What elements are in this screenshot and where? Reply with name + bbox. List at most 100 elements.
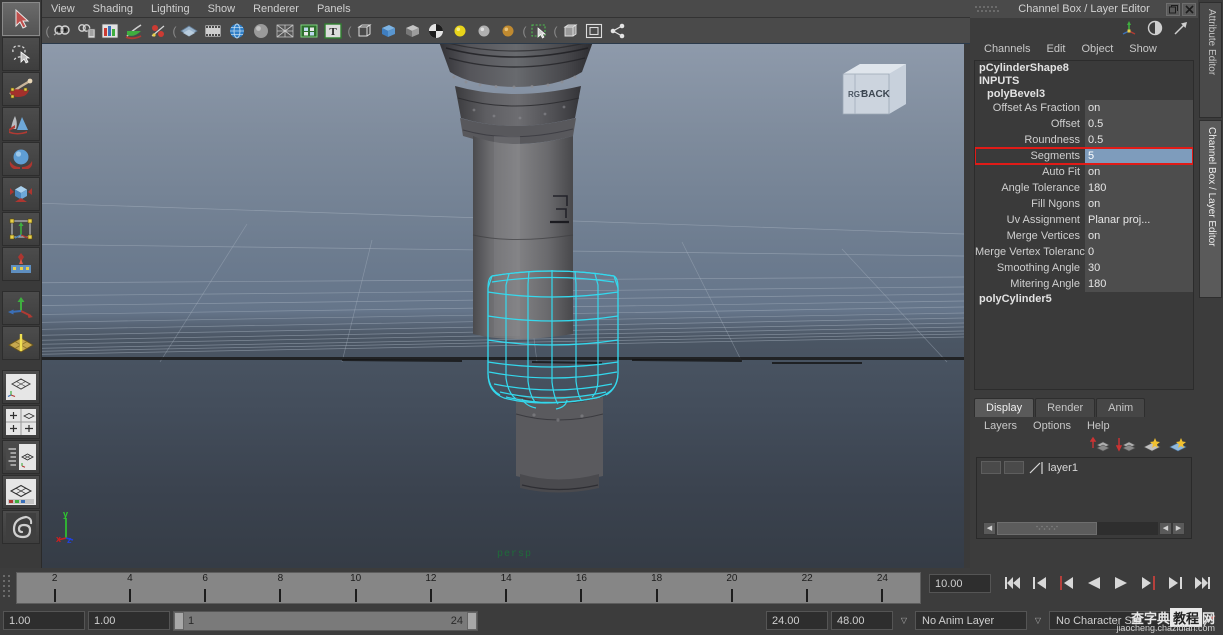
anim-layer-dropdown[interactable]: No Anim Layer xyxy=(915,611,1027,630)
cb-menu-object[interactable]: Object xyxy=(1073,43,1121,55)
texture-icon[interactable] xyxy=(298,20,320,42)
lasso-select-tool-button[interactable] xyxy=(1,37,40,71)
go-to-start-button[interactable] xyxy=(1003,573,1023,593)
light-gray-icon[interactable] xyxy=(473,20,495,42)
channel-value[interactable]: 0.5 xyxy=(1085,132,1193,148)
wireframe-on-shaded-icon[interactable] xyxy=(274,20,296,42)
tab-display[interactable]: Display xyxy=(974,398,1035,417)
menu-view[interactable]: View xyxy=(42,0,84,18)
playback-start-field[interactable]: 24.00 xyxy=(766,611,828,630)
cb-menu-show[interactable]: Show xyxy=(1121,43,1165,55)
layer-visibility-checkbox[interactable] xyxy=(981,461,1001,474)
move-layer-down-icon[interactable] xyxy=(1115,436,1136,455)
smooth-shade-cube-icon[interactable] xyxy=(377,20,399,42)
range-slider[interactable]: 1 24 xyxy=(173,610,478,631)
channel-row-fill-ngons[interactable]: Fill Ngons on xyxy=(975,196,1193,212)
channel-row-auto-fit[interactable]: Auto Fit on xyxy=(975,164,1193,180)
hypershade-persp-layout-button[interactable] xyxy=(1,475,40,509)
globe-icon[interactable] xyxy=(226,20,248,42)
layer-list[interactable]: layer1 ◀ ◀ ▶ xyxy=(976,457,1192,539)
time-slider-grip-icon[interactable] xyxy=(0,572,16,604)
new-layer-icon[interactable] xyxy=(1142,436,1162,455)
xray-shading-icon[interactable] xyxy=(178,20,200,42)
channel-row-segments[interactable]: Segments 5 xyxy=(975,147,1193,165)
expand-panel-icon[interactable] xyxy=(1172,19,1190,40)
play-forwards-button[interactable] xyxy=(1111,573,1131,593)
channel-value[interactable]: 30 xyxy=(1085,260,1193,276)
manipulator-icon[interactable] xyxy=(1120,19,1138,40)
tab-render[interactable]: Render xyxy=(1035,398,1096,417)
panel-layout-icon[interactable] xyxy=(583,20,605,42)
channel-row-merge-vertices[interactable]: Merge Vertices on xyxy=(975,228,1193,244)
current-time-field[interactable]: 10.00 xyxy=(929,574,991,593)
text-toggle-icon[interactable]: T xyxy=(322,20,344,42)
le-menu-help[interactable]: Help xyxy=(1079,420,1118,432)
share-graph-icon[interactable] xyxy=(607,20,629,42)
layer-list-scrollbar[interactable]: ◀ ◀ ▶ xyxy=(983,521,1185,535)
channel-value[interactable]: on xyxy=(1085,228,1193,244)
channel-row-roundness[interactable]: Roundness 0.5 xyxy=(975,132,1193,148)
universal-manipulator-tool-button[interactable] xyxy=(1,212,40,246)
sphere-gray-icon[interactable] xyxy=(250,20,272,42)
soft-modification-tool-button[interactable] xyxy=(1,247,40,281)
scroll-page-left-arrow[interactable]: ◀ xyxy=(1159,521,1172,535)
step-back-frame-button[interactable] xyxy=(1057,573,1077,593)
channel-display-icon[interactable] xyxy=(1146,19,1164,40)
go-to-end-button[interactable] xyxy=(1192,573,1212,593)
playback-end-field[interactable]: 48.00 xyxy=(831,611,893,630)
channel-row-offset[interactable]: Offset 0.5 xyxy=(975,116,1193,132)
channel-value[interactable]: Planar proj... xyxy=(1085,212,1193,228)
panel-grip-icon[interactable] xyxy=(974,4,1002,14)
move-tool-button[interactable] xyxy=(1,107,40,141)
film-gate-icon[interactable] xyxy=(202,20,224,42)
le-menu-layers[interactable]: Layers xyxy=(976,420,1025,432)
outliner-persp-layout-button[interactable] xyxy=(1,440,40,474)
checker-icon[interactable] xyxy=(425,20,447,42)
channel-value[interactable]: 0 xyxy=(1085,244,1193,260)
tab-attribute-editor[interactable]: Attribute Editor xyxy=(1199,2,1222,118)
tab-anim[interactable]: Anim xyxy=(1096,398,1146,417)
scroll-left-arrow[interactable]: ◀ xyxy=(983,521,996,535)
undock-panel-button[interactable] xyxy=(1166,2,1180,16)
menu-show[interactable]: Show xyxy=(199,0,245,18)
playback-options-chevron-icon[interactable]: ▽ xyxy=(896,616,912,625)
marquee-select-icon[interactable] xyxy=(528,20,550,42)
shaded-cube-icon[interactable] xyxy=(401,20,423,42)
perspective-viewport[interactable]: RGT BACK y x z persp xyxy=(42,44,964,568)
channel-value[interactable]: 180 xyxy=(1085,180,1193,196)
menu-panels[interactable]: Panels xyxy=(308,0,360,18)
channel-row-merge-vertex-tolerance[interactable]: Merge Vertex Tolerance 0 xyxy=(975,244,1193,260)
channel-row-mitering-angle[interactable]: Mitering Angle 180 xyxy=(975,276,1193,292)
anim-end-field[interactable]: 1.00 xyxy=(88,611,170,630)
isolate-select-icon[interactable] xyxy=(559,20,581,42)
last-tool-used-button[interactable] xyxy=(1,326,40,360)
range-end-handle[interactable] xyxy=(467,611,477,630)
channel-row-smoothing-angle[interactable]: Smoothing Angle 30 xyxy=(975,260,1193,276)
light-yellow-icon[interactable] xyxy=(449,20,471,42)
light-orange-icon[interactable] xyxy=(497,20,519,42)
wireframe-cube-icon[interactable] xyxy=(353,20,375,42)
step-forward-frame-button[interactable] xyxy=(1138,573,1158,593)
channel-value[interactable]: 180 xyxy=(1085,276,1193,292)
image-plane-icon[interactable] xyxy=(99,20,121,42)
move-layer-up-icon[interactable] xyxy=(1089,436,1110,455)
channel-value[interactable]: on xyxy=(1085,100,1193,116)
four-view-layout-button[interactable] xyxy=(1,405,40,439)
paint-select-tool-button[interactable] xyxy=(1,72,40,106)
close-panel-button[interactable] xyxy=(1182,2,1196,16)
channel-row-offset-as-fraction[interactable]: Offset As Fraction on xyxy=(975,100,1193,116)
channel-row-angle-tolerance[interactable]: Angle Tolerance 180 xyxy=(975,180,1193,196)
scale-tool-button[interactable] xyxy=(1,177,40,211)
scroll-track[interactable] xyxy=(997,521,1158,535)
show-manipulator-tool-button[interactable] xyxy=(1,291,40,325)
select-camera-icon[interactable] xyxy=(51,20,73,42)
menu-renderer[interactable]: Renderer xyxy=(244,0,308,18)
anim-start-field[interactable]: 1.00 xyxy=(3,611,85,630)
channel-value[interactable]: 5 xyxy=(1085,148,1193,164)
paint-effects-canvas-button[interactable] xyxy=(1,510,40,544)
channel-value[interactable]: on xyxy=(1085,164,1193,180)
menu-shading[interactable]: Shading xyxy=(84,0,142,18)
rotate-tool-button[interactable] xyxy=(1,142,40,176)
channel-row-uv-assignment[interactable]: Uv Assignment Planar proj... xyxy=(975,212,1193,228)
play-backwards-button[interactable] xyxy=(1084,573,1104,593)
